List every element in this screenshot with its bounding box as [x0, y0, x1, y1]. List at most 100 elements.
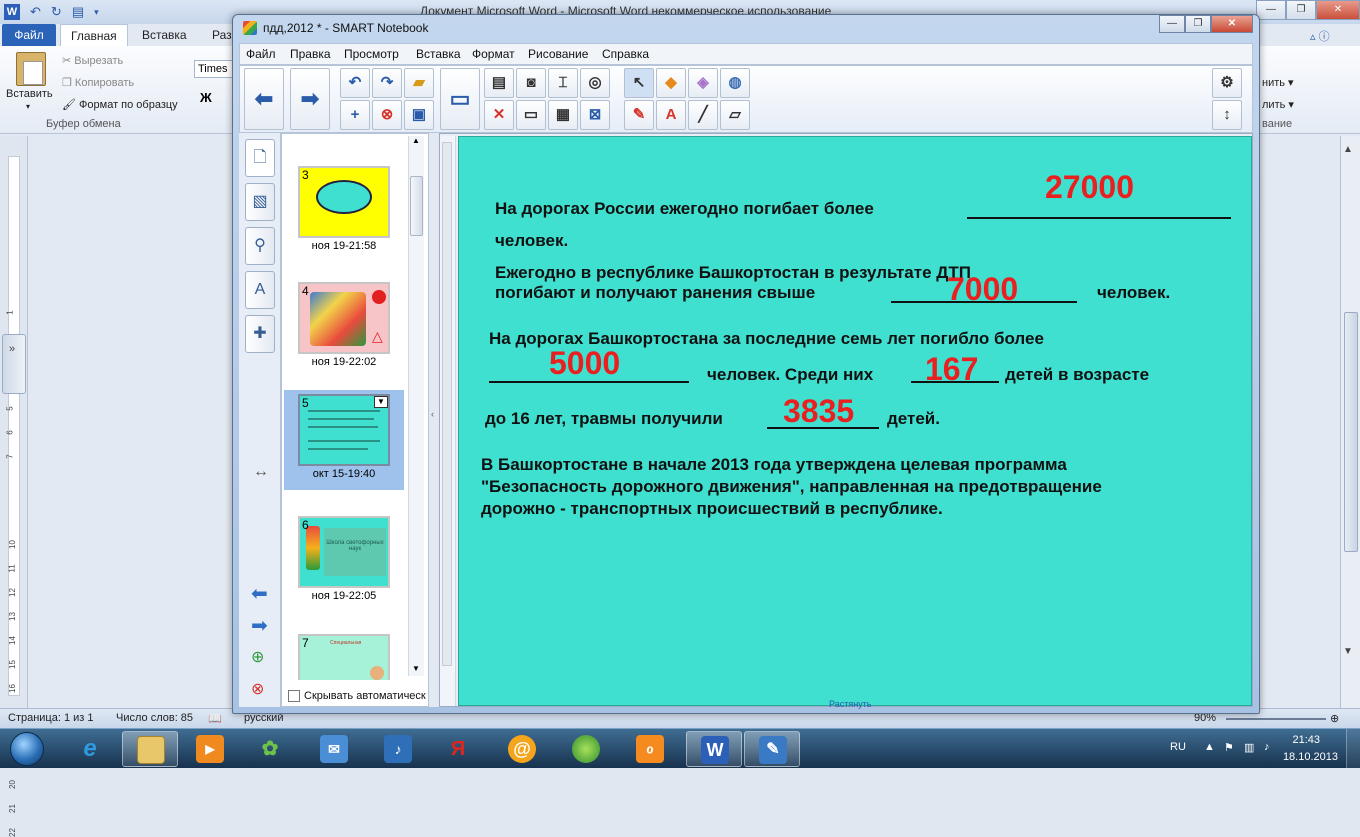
zoom-slider[interactable]: [1226, 718, 1326, 720]
delete-button[interactable]: ✕: [484, 100, 514, 130]
menu-edit[interactable]: Правка: [290, 47, 331, 61]
line2c-text[interactable]: человек.: [1097, 283, 1170, 303]
menu-view[interactable]: Просмотр: [344, 47, 399, 61]
line3b-text[interactable]: человек. Среди них: [707, 365, 873, 385]
taskbar-yandex[interactable]: Я: [430, 731, 486, 767]
canvas-stretch-label[interactable]: Растянуть: [829, 699, 872, 709]
sorter-next-icon[interactable]: ➡: [251, 613, 268, 638]
eraser-tool-button[interactable]: ▱: [720, 100, 750, 130]
page-thumbnail-6[interactable]: Школа светофорных наук 6 ноя 19-22:05: [284, 512, 404, 612]
answer-3835[interactable]: 3835: [783, 393, 854, 430]
smart-minimize-button[interactable]: —: [1159, 15, 1185, 33]
word-count[interactable]: Число слов: 85: [116, 712, 193, 724]
word-logo-icon[interactable]: W: [4, 4, 20, 20]
word-minimize-button[interactable]: —: [1256, 0, 1286, 20]
smart-close-button[interactable]: ✕: [1211, 15, 1253, 33]
gallery-tab[interactable]: ▧: [245, 183, 275, 221]
sorter-scrollbar[interactable]: ▲ ▼: [408, 136, 424, 676]
answer-7000[interactable]: 7000: [947, 271, 1018, 308]
word-scroll-thumb[interactable]: [1344, 312, 1358, 552]
pen-tool-button[interactable]: ✎: [624, 100, 654, 130]
add-page-button[interactable]: +: [340, 100, 370, 130]
tab-insert[interactable]: Вставка: [132, 24, 197, 46]
taskbar-mail-agent[interactable]: @: [494, 731, 550, 767]
ribbon-right-item-1[interactable]: нить ▾: [1262, 76, 1294, 89]
word-maximize-button[interactable]: ❐: [1286, 0, 1316, 20]
format-painter-button[interactable]: 🖌 Формат по образцу: [62, 98, 178, 111]
sorter-scroll-thumb[interactable]: [410, 176, 423, 236]
text-tool-button[interactable]: ⌶: [548, 68, 578, 98]
open-file-button[interactable]: ▰: [404, 68, 434, 98]
tray-expand-icon[interactable]: ▲: [1204, 741, 1215, 753]
menu-draw[interactable]: Рисование: [528, 47, 588, 61]
taskbar-mail[interactable]: ✉: [306, 731, 362, 767]
paragraph-line-1[interactable]: В Башкортостане в начале 2013 года утвер…: [481, 455, 1067, 475]
line1-text[interactable]: На дорогах России ежегодно погибает боле…: [495, 199, 874, 219]
line-tool-button[interactable]: ╱: [688, 100, 718, 130]
shapes-tool-button[interactable]: ◆: [656, 68, 686, 98]
scroll-up-icon[interactable]: ▲: [1343, 144, 1353, 155]
whiteboard-canvas[interactable]: На дорогах России ежегодно погибает боле…: [458, 136, 1252, 709]
delete-page-button[interactable]: ⊗: [372, 100, 402, 130]
clock-time[interactable]: 21:43: [1292, 734, 1320, 746]
line4-text[interactable]: до 16 лет, травмы получили: [485, 409, 723, 429]
taskbar-browser[interactable]: [558, 731, 614, 767]
line2-text[interactable]: Ежегодно в республике Башкортостан в рез…: [495, 263, 971, 283]
copy-button[interactable]: ❐ Копировать: [62, 76, 134, 89]
next-page-button[interactable]: ➡: [290, 68, 330, 130]
scroll-up-icon[interactable]: ▲: [412, 136, 420, 145]
tray-network-icon[interactable]: ▥: [1244, 741, 1254, 754]
redo-button[interactable]: ↷: [372, 68, 402, 98]
start-button[interactable]: [2, 731, 54, 767]
page-thumbnail-7[interactable]: Специальная 7: [284, 630, 404, 680]
sorter-add-page-icon[interactable]: ⊕: [251, 647, 264, 667]
fill-tool-button[interactable]: ◍: [720, 68, 750, 98]
dropdown-icon[interactable]: ▾: [94, 7, 99, 18]
taskbar-audio[interactable]: ♪: [370, 731, 426, 767]
addons-tab[interactable]: ✚: [245, 315, 275, 353]
menu-insert[interactable]: Вставка: [416, 47, 461, 61]
language-indicator[interactable]: RU: [1170, 741, 1186, 753]
panel-resize-handle[interactable]: ‹: [429, 133, 439, 707]
attachments-tab[interactable]: ⚲: [245, 227, 275, 265]
redo-icon[interactable]: ↻: [51, 4, 62, 20]
smart-maximize-button[interactable]: ❐: [1185, 15, 1211, 33]
select-tool-button[interactable]: ↖: [624, 68, 654, 98]
taskbar-media[interactable]: ▶: [182, 731, 238, 767]
taskbar-ie[interactable]: e: [62, 731, 118, 767]
paragraph-line-3[interactable]: дорожно - транспортных происшествий в ре…: [481, 499, 943, 519]
undo-icon[interactable]: ↶: [30, 4, 41, 20]
ruler-split-handle[interactable]: »: [2, 334, 26, 394]
autohide-option[interactable]: Скрывать автоматическ: [288, 690, 426, 702]
measurement-tool-button[interactable]: ◎: [580, 68, 610, 98]
paragraph-line-2[interactable]: "Безопасность дорожного движения", напра…: [481, 477, 1102, 497]
line4b-text[interactable]: детей.: [887, 409, 940, 429]
paste-dropdown-icon[interactable]: ▾: [26, 102, 30, 111]
taskbar-messenger[interactable]: ✿: [242, 731, 298, 767]
page-thumbnail-4[interactable]: △ 4 ноя 19-22:02: [284, 278, 404, 378]
text-color-button[interactable]: A: [656, 100, 686, 130]
table-button[interactable]: ▦: [548, 100, 578, 130]
scroll-down-icon[interactable]: ▼: [412, 664, 420, 673]
screen-shade-button[interactable]: ▭: [516, 100, 546, 130]
eraser-shape-button[interactable]: ◈: [688, 68, 718, 98]
menu-file[interactable]: Файл: [246, 47, 276, 61]
thumbnail-menu-icon[interactable]: ▼: [374, 396, 388, 408]
help-icon[interactable]: ▵ ⓘ: [1310, 28, 1330, 44]
page-count[interactable]: Страница: 1 из 1: [8, 712, 94, 724]
menu-format[interactable]: Формат: [472, 47, 515, 61]
tab-file[interactable]: Файл: [2, 24, 56, 46]
properties-tab[interactable]: A: [245, 271, 275, 309]
autohide-checkbox[interactable]: [288, 690, 300, 702]
screen-capture-button[interactable]: ◙: [516, 68, 546, 98]
answer-167[interactable]: 167: [925, 351, 978, 388]
line1b-text[interactable]: человек.: [495, 231, 568, 251]
canvas-scroll-thumb[interactable]: [442, 142, 452, 666]
line2b-text[interactable]: погибают и получают ранения свыше: [495, 283, 815, 303]
tray-volume-icon[interactable]: ♪: [1264, 741, 1270, 753]
taskbar-odnoklassniki[interactable]: ℴ: [622, 731, 678, 767]
cut-button[interactable]: ✂ Вырезать: [62, 54, 123, 67]
answer-27000[interactable]: 27000: [1045, 169, 1134, 206]
menu-help[interactable]: Справка: [602, 47, 649, 61]
taskbar-word[interactable]: W: [686, 731, 742, 767]
